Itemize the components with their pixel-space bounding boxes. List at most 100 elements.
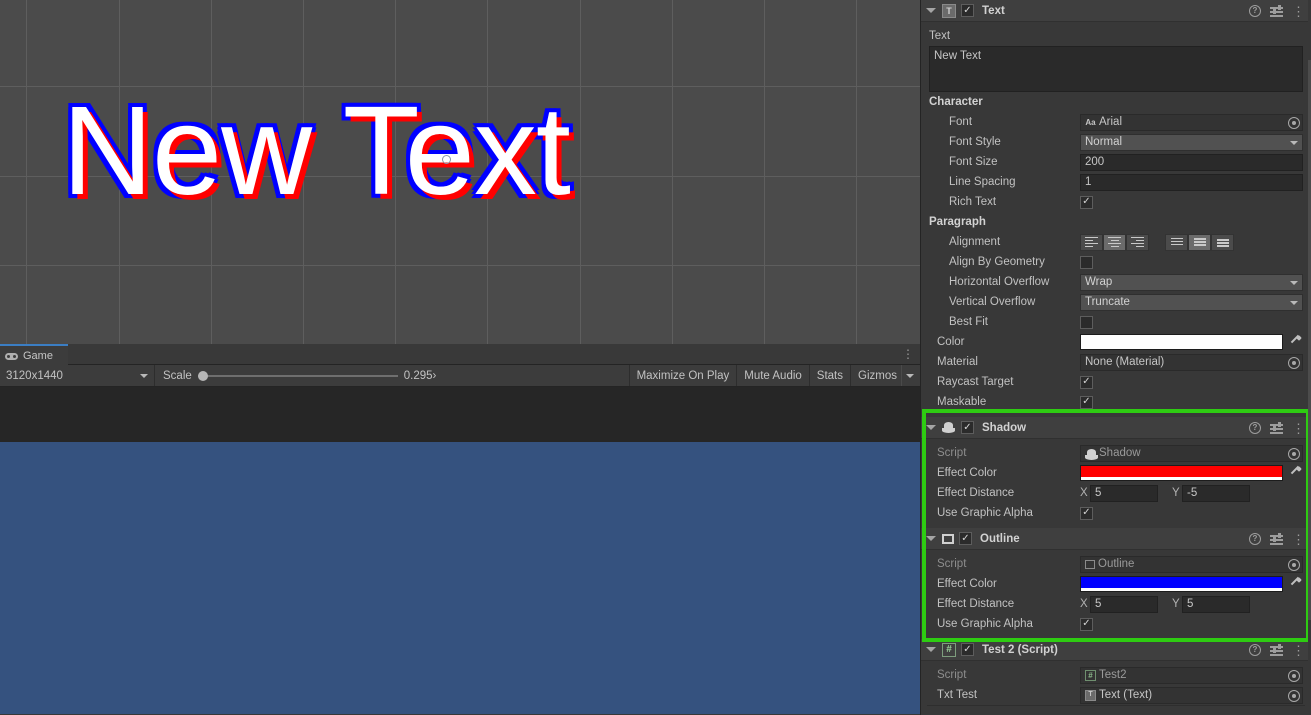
preset-icon[interactable] — [1270, 5, 1283, 17]
maskable-checkbox[interactable]: ✓ — [1080, 395, 1093, 409]
font-field[interactable]: Aa Arial — [1080, 113, 1303, 131]
component-body-shadow: Script Shadow Effect Color Effect Distan… — [921, 439, 1311, 528]
tab-game[interactable]: Game — [0, 344, 68, 365]
align-left-button[interactable] — [1080, 233, 1103, 251]
kebab-menu-icon[interactable]: ⋮ — [1292, 422, 1305, 435]
help-icon[interactable]: ? — [1249, 422, 1261, 434]
effect-distance-y-input[interactable]: 5 — [1182, 595, 1250, 613]
align-right-button[interactable] — [1126, 233, 1149, 251]
help-icon[interactable]: ? — [1249, 644, 1261, 656]
preset-icon[interactable] — [1270, 644, 1283, 656]
effect-distance-x-input[interactable]: 5 — [1090, 484, 1158, 502]
kebab-menu-icon[interactable]: ⋮ — [1292, 644, 1305, 657]
component-title: Outline — [980, 532, 1020, 545]
txt-test-field[interactable]: T Text (Text) — [1080, 686, 1303, 704]
effect-color-swatch[interactable] — [1080, 465, 1283, 481]
vertical-overflow-dropdown[interactable]: Truncate — [1080, 293, 1303, 311]
y-axis-label: Y — [1172, 598, 1180, 610]
game-view-render[interactable]: New Text — [0, 442, 920, 714]
horizontal-overflow-label: Horizontal Overflow — [949, 276, 1050, 288]
pivot-handle[interactable] — [442, 155, 451, 164]
line-spacing-input[interactable]: 1 — [1080, 173, 1303, 191]
row-material: Material None (Material) — [921, 352, 1311, 372]
gizmos-dropdown[interactable] — [901, 365, 920, 386]
row-color: Color — [921, 332, 1311, 352]
align-bottom-button[interactable] — [1211, 233, 1234, 251]
object-picker-icon — [1288, 447, 1300, 460]
resolution-dropdown[interactable]: 3120x1440 — [0, 365, 155, 386]
effect-color-swatch[interactable] — [1080, 576, 1283, 592]
effect-distance-x-input[interactable]: 5 — [1090, 595, 1158, 613]
font-size-label: Font Size — [949, 156, 998, 168]
scale-slider-knob[interactable] — [197, 370, 208, 381]
scene-text-object[interactable]: New Text — [62, 78, 571, 223]
scene-view[interactable]: New Text — [0, 0, 920, 344]
vertical-overflow-label: Vertical Overflow — [949, 296, 1036, 308]
enable-checkbox[interactable]: ✓ — [961, 643, 974, 656]
component-header-text[interactable]: T ✓ Text ? ⋮ — [921, 0, 1311, 22]
row-rich-text: Rich Text ✓ — [921, 192, 1311, 212]
material-value: None (Material) — [1085, 356, 1165, 368]
align-by-geometry-checkbox[interactable] — [1080, 255, 1093, 269]
stats-button[interactable]: Stats — [808, 365, 850, 386]
align-middle-button[interactable] — [1188, 233, 1211, 251]
enable-checkbox[interactable]: ✓ — [959, 532, 972, 545]
panel-kebab-icon[interactable]: ⋮ — [902, 348, 914, 360]
horizontal-overflow-value: Wrap — [1085, 276, 1113, 288]
font-size-input[interactable]: 200 — [1080, 153, 1303, 171]
font-style-value: Normal — [1085, 136, 1123, 148]
use-graphic-alpha-checkbox[interactable]: ✓ — [1080, 506, 1093, 520]
use-graphic-alpha-checkbox[interactable]: ✓ — [1080, 617, 1093, 631]
object-picker-icon[interactable] — [1288, 689, 1300, 702]
gizmos-button[interactable]: Gizmos — [850, 365, 901, 386]
row-shadow-script: Script Shadow — [921, 443, 1311, 463]
horizontal-overflow-dropdown[interactable]: Wrap — [1080, 273, 1303, 291]
enable-checkbox[interactable]: ✓ — [961, 421, 974, 434]
text-input[interactable]: New Text — [929, 46, 1303, 92]
enable-checkbox[interactable]: ✓ — [961, 4, 974, 17]
component-header-test2[interactable]: # ✓ Test 2 (Script) ? ⋮ — [921, 639, 1311, 661]
component-header-outline[interactable]: ✓ Outline ? ⋮ — [921, 528, 1311, 550]
vertical-alignment-group — [1165, 233, 1234, 251]
header-icon-group: ? ⋮ — [1249, 417, 1305, 439]
eyedropper-icon[interactable] — [1286, 465, 1303, 482]
script-value: Test2 — [1099, 669, 1127, 681]
align-center-button[interactable] — [1103, 233, 1126, 251]
font-style-dropdown[interactable]: Normal — [1080, 133, 1303, 151]
raycast-target-checkbox[interactable]: ✓ — [1080, 375, 1093, 389]
kebab-menu-icon[interactable]: ⋮ — [1292, 5, 1305, 18]
row-maskable: Maskable ✓ — [921, 392, 1311, 412]
inspector-panel: T ✓ Text ? ⋮ Text New Text Character Fon… — [920, 0, 1311, 715]
component-header-shadow[interactable]: ✓ Shadow ? ⋮ — [921, 417, 1311, 439]
kebab-menu-icon[interactable]: ⋮ — [1292, 533, 1305, 546]
help-icon[interactable]: ? — [1249, 533, 1261, 545]
align-top-button[interactable] — [1165, 233, 1188, 251]
left-pane: New Text Game ⋮ 3120x1440 Scale 0.295› M… — [0, 0, 920, 715]
color-swatch[interactable] — [1080, 334, 1283, 350]
object-picker-icon[interactable] — [1288, 356, 1300, 369]
effect-distance-y-input[interactable]: -5 — [1182, 484, 1250, 502]
character-section-header: Character — [929, 96, 983, 108]
foldout-arrow-icon[interactable] — [926, 425, 936, 430]
scale-control[interactable]: Scale 0.295› — [155, 365, 444, 386]
object-picker-icon[interactable] — [1288, 116, 1300, 129]
material-field[interactable]: None (Material) — [1080, 353, 1303, 371]
preset-icon[interactable] — [1270, 422, 1283, 434]
eyedropper-icon[interactable] — [1286, 576, 1303, 593]
maximize-on-play-button[interactable]: Maximize On Play — [628, 365, 737, 386]
foldout-arrow-icon[interactable] — [926, 8, 936, 13]
row-best-fit: Best Fit — [921, 312, 1311, 332]
rich-text-checkbox[interactable]: ✓ — [1080, 195, 1093, 209]
divider — [927, 705, 1305, 706]
help-icon[interactable]: ? — [1249, 5, 1261, 17]
mute-audio-button[interactable]: Mute Audio — [736, 365, 809, 386]
best-fit-checkbox[interactable] — [1080, 315, 1093, 329]
font-style-label: Font Style — [949, 136, 1001, 148]
preset-icon[interactable] — [1270, 533, 1283, 545]
scale-slider[interactable] — [197, 370, 398, 381]
raycast-target-label: Raycast Target — [937, 376, 1014, 388]
row-horizontal-overflow: Horizontal Overflow Wrap — [921, 272, 1311, 292]
foldout-arrow-icon[interactable] — [926, 536, 936, 541]
foldout-arrow-icon[interactable] — [926, 647, 936, 652]
eyedropper-icon[interactable] — [1286, 334, 1303, 351]
